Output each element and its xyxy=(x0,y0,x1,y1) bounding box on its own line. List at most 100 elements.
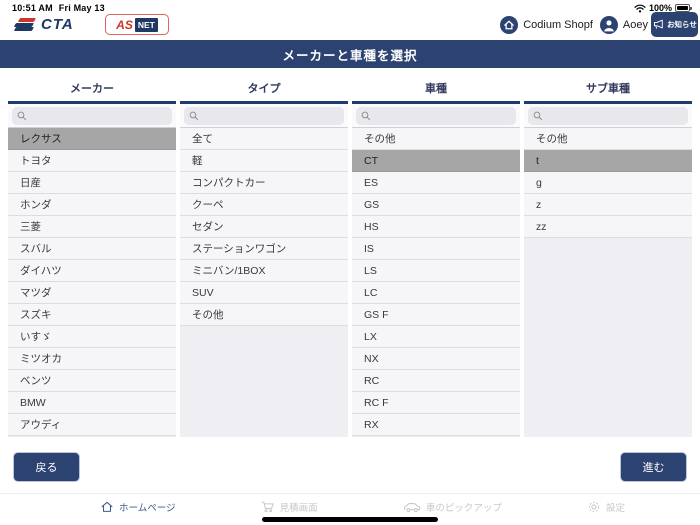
footer-item-label: 車のピックアップ xyxy=(425,502,502,514)
list-item[interactable]: 三菱 xyxy=(8,216,176,238)
cta-logo: CTA xyxy=(14,16,74,33)
user-chip[interactable]: Aoey xyxy=(599,16,648,34)
list-item[interactable]: ステーションワゴン xyxy=(180,238,348,260)
list-item[interactable]: GS xyxy=(352,194,520,216)
status-time-date: 10:51 AM Fri May 13 xyxy=(12,3,105,13)
submodel-list: その他 t g z zz xyxy=(524,128,692,437)
list-item[interactable]: スズキ xyxy=(8,304,176,326)
home-icon xyxy=(101,501,113,512)
list-item[interactable]: コンパクトカー xyxy=(180,172,348,194)
list-item[interactable]: RC F xyxy=(352,392,520,414)
list-item[interactable]: スバル xyxy=(8,238,176,260)
megaphone-icon xyxy=(654,19,663,29)
list-item[interactable]: ベンツ xyxy=(8,370,176,392)
footer-item-settings[interactable]: 設定 xyxy=(587,500,625,514)
list-item[interactable]: g xyxy=(524,172,692,194)
list-item[interactable]: セダン xyxy=(180,216,348,238)
column-type: タイプ 全て軽コンパクトカー クーペ セダン ステーションワゴン ミニバン/1BOX SU… xyxy=(180,75,348,437)
user-icon xyxy=(599,16,618,34)
status-time: 10:51 AM xyxy=(12,3,53,13)
home-indicator-bar[interactable] xyxy=(262,517,438,522)
list-item[interactable]: マツダ xyxy=(8,282,176,304)
list-item[interactable]: HS xyxy=(352,216,520,238)
list-item[interactable]: CT xyxy=(352,150,520,172)
list-item[interactable]: RC xyxy=(352,370,520,392)
notice-button-label: お知らせ xyxy=(667,20,697,29)
list-item[interactable]: ホンダ xyxy=(8,194,176,216)
submodel-search-input[interactable] xyxy=(528,108,688,126)
list-item[interactable]: LX xyxy=(352,326,520,348)
model-search-input[interactable] xyxy=(356,108,516,126)
maker-list: レクサス トヨタ 日産 ホンダ 三菱 スバル ダイハツ マツダ スズキ いすゞ ミツオカ ベンツ BMW… xyxy=(8,128,176,437)
next-button[interactable]: 進む xyxy=(620,452,687,482)
type-search-wrap xyxy=(180,104,348,128)
list-item[interactable]: IS xyxy=(352,238,520,260)
model-list: その他 CT ES GS HS IS LS LC GS F LX NX RC RC F RX xyxy=(352,128,520,437)
footer-item-label: 見積画面 xyxy=(279,502,318,514)
list-item[interactable]: その他 xyxy=(180,304,348,326)
maker-search-field[interactable] xyxy=(12,106,172,126)
column-maker: メーカー レクサス トヨタ 日産 ホンダ 三菱 スバル ダイハツ マツダ スズキ いすゞ ミツオカベ… xyxy=(8,75,176,437)
list-item[interactable]: 日産 xyxy=(8,172,176,194)
list-item[interactable]: レクサス xyxy=(8,128,176,150)
submodel-search-field[interactable] xyxy=(528,106,688,126)
maker-search-input[interactable] xyxy=(12,108,172,126)
model-search-wrap xyxy=(352,104,520,128)
list-item[interactable]: GS F xyxy=(352,304,520,326)
gear-icon xyxy=(588,501,600,512)
app-screen: 10:51 AM Fri May 13 100% CTA AS NET Codi… xyxy=(0,0,700,525)
list-item[interactable]: NX xyxy=(352,348,520,370)
battery-icon xyxy=(675,4,692,12)
type-search-field[interactable] xyxy=(184,106,344,126)
list-item[interactable]: SUV xyxy=(180,282,348,304)
footer-item-pickup[interactable]: 車のピックアップ xyxy=(403,500,502,514)
column-type-header: タイプ xyxy=(180,75,348,104)
footer-item-estimate[interactable]: 見積画面 xyxy=(261,500,318,514)
list-item[interactable]: LS xyxy=(352,260,520,282)
asnet-logo-net: NET xyxy=(134,17,158,32)
list-item[interactable]: ミツオカ xyxy=(8,348,176,370)
list-item[interactable]: BMW xyxy=(8,392,176,414)
list-item[interactable]: z xyxy=(524,194,692,216)
asnet-logo: AS NET xyxy=(105,14,169,35)
maker-search-wrap xyxy=(8,104,176,128)
list-item[interactable]: t xyxy=(524,150,692,172)
user-name: Aoey xyxy=(622,19,648,31)
list-item[interactable]: 全て xyxy=(180,128,348,150)
footer-item-home[interactable]: ホームページ xyxy=(100,500,176,514)
shop-name: Codium Shopf xyxy=(523,19,593,31)
back-button[interactable]: 戻る xyxy=(13,452,80,482)
cta-flag-icon xyxy=(14,18,36,32)
list-item[interactable]: ES xyxy=(352,172,520,194)
column-model: 車種 その他 CT ES GS HS IS LS LC GS F LX NX RC RC F RX xyxy=(352,75,520,437)
search-icon xyxy=(189,111,199,120)
notice-button[interactable]: お知らせ xyxy=(651,12,698,37)
model-search-field[interactable] xyxy=(356,106,516,126)
list-item[interactable]: RX xyxy=(352,414,520,436)
list-item[interactable]: その他 xyxy=(352,128,520,150)
footer-item-label: ホームページ xyxy=(119,502,176,514)
column-submodel: サブ車種 その他 t g z zz xyxy=(524,75,692,437)
list-item[interactable]: zz xyxy=(524,216,692,238)
list-item[interactable]: クーペ xyxy=(180,194,348,216)
column-model-header: 車種 xyxy=(352,75,520,104)
selection-columns: メーカー レクサス トヨタ 日産 ホンダ 三菱 スバル ダイハツ マツダ スズキ いすゞ ミツオカベ… xyxy=(8,75,692,437)
status-bar: 10:51 AM Fri May 13 100% xyxy=(0,0,700,14)
car-icon xyxy=(403,502,421,512)
list-item[interactable]: LC xyxy=(352,282,520,304)
list-item[interactable]: アウディ xyxy=(8,414,176,436)
list-item[interactable]: ダイハツ xyxy=(8,260,176,282)
list-item[interactable]: いすゞ xyxy=(8,326,176,348)
list-item[interactable]: その他 xyxy=(524,128,692,150)
list-item[interactable]: 軽 xyxy=(180,150,348,172)
search-icon xyxy=(361,111,371,120)
list-item[interactable]: トヨタ xyxy=(8,150,176,172)
shop-chip[interactable]: Codium Shopf xyxy=(500,16,593,34)
type-list: 全て軽コンパクトカー クーペ セダン ステーションワゴン ミニバン/1BOX SUV その他 xyxy=(180,128,348,437)
type-search-input[interactable] xyxy=(184,108,344,126)
footer-item-label: 設定 xyxy=(605,502,625,514)
column-maker-header: メーカー xyxy=(8,75,176,104)
list-item[interactable]: ミニバン/1BOX xyxy=(180,260,348,282)
column-submodel-header: サブ車種 xyxy=(524,75,692,104)
account-area: Codium Shopf Aoey xyxy=(500,16,648,34)
